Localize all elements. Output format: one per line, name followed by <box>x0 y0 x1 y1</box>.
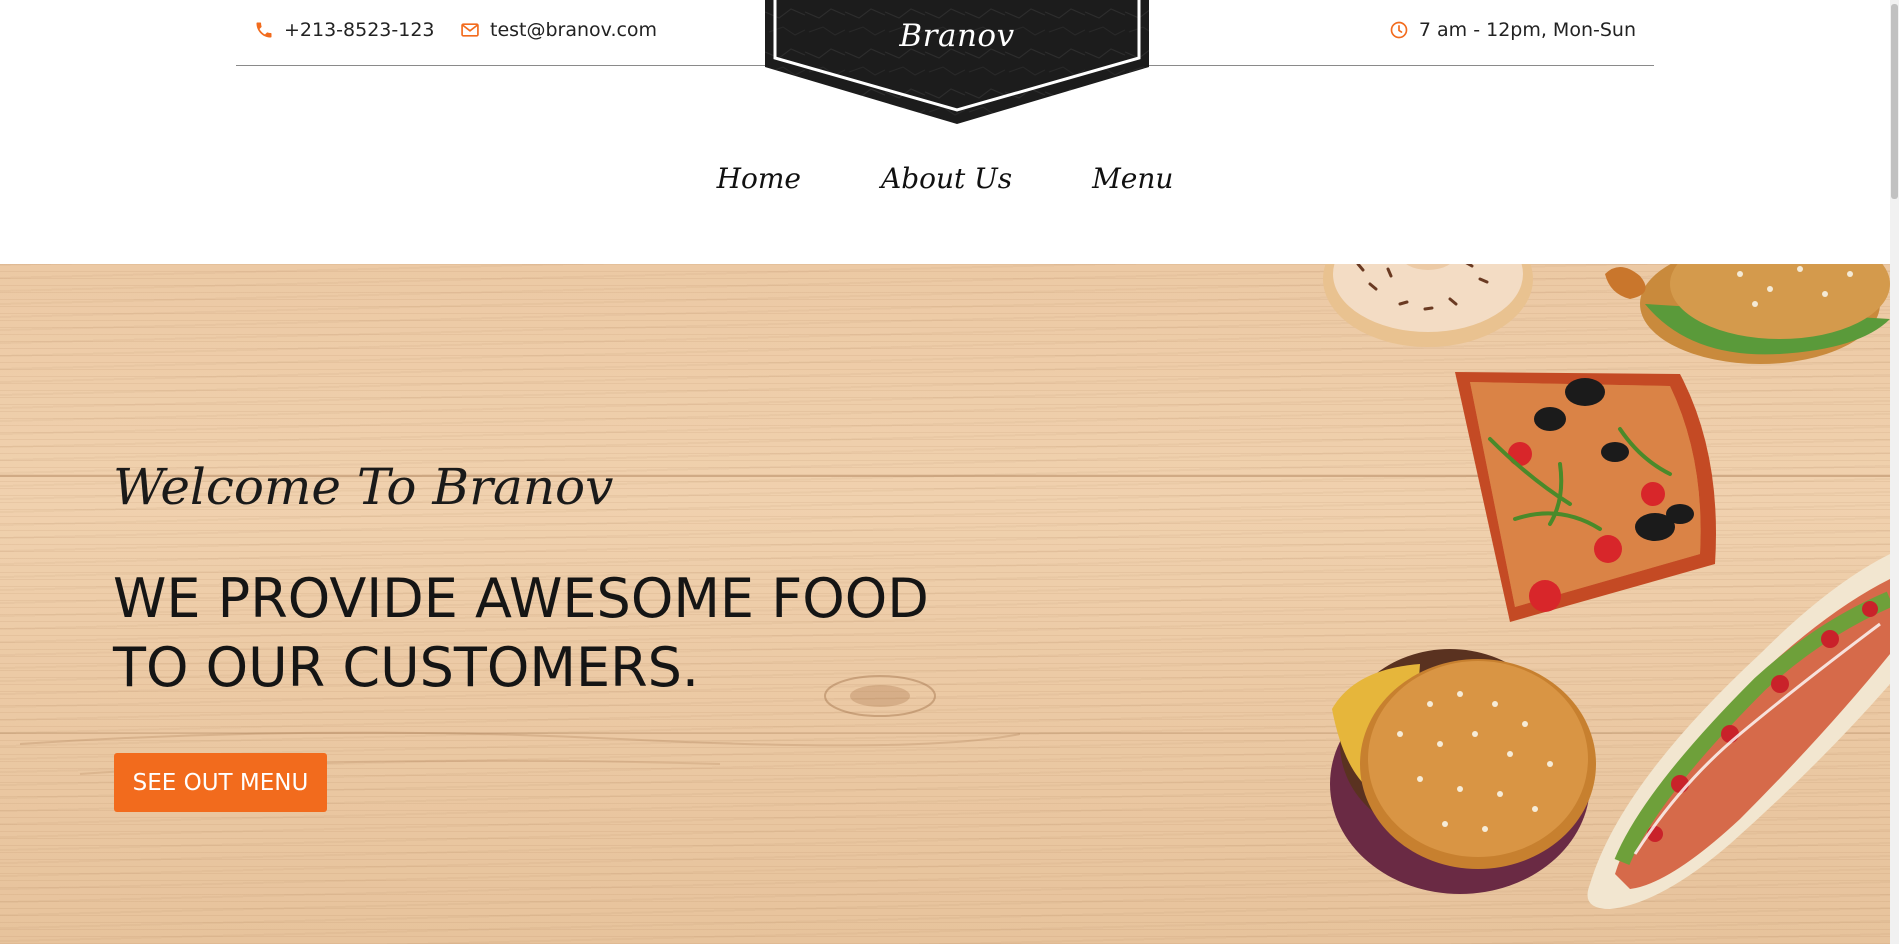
nav-item-about-us[interactable]: About Us <box>881 162 1012 195</box>
donut-image <box>1323 264 1533 347</box>
site-logo[interactable]: Branov <box>765 0 1149 124</box>
hotdog-image <box>1587 554 1890 909</box>
hero-title: WE PROVIDE AWESOME FOOD TO OUR CUSTOMERS… <box>113 564 1013 702</box>
clock-icon <box>1390 21 1408 39</box>
hours-text: 7 am - 12pm, Mon-Sun <box>1418 19 1636 41</box>
logo-text: Branov <box>899 18 1015 54</box>
nav-item-home[interactable]: Home <box>717 162 801 195</box>
email-text: test@branov.com <box>490 19 658 41</box>
pizza-slice-image <box>1455 372 1716 622</box>
phone-contact[interactable]: +213-8523-123 <box>254 19 435 41</box>
hero-title-line-2: TO OUR CUSTOMERS. <box>113 636 700 699</box>
hero-subtitle: Welcome To Branov <box>113 458 614 516</box>
nav-item-menu[interactable]: Menu <box>1092 162 1173 195</box>
hero-title-line-1: WE PROVIDE AWESOME FOOD <box>113 567 929 630</box>
phone-icon <box>256 22 272 38</box>
chicken-burger-image <box>1605 264 1890 364</box>
phone-text: +213-8523-123 <box>284 19 435 41</box>
opening-hours: 7 am - 12pm, Mon-Sun <box>1389 19 1636 41</box>
see-menu-button[interactable]: SEE OUT MENU <box>114 753 327 812</box>
hero-banner: Welcome To Branov WE PROVIDE AWESOME FOO… <box>0 264 1890 944</box>
main-nav: Home About Us Menu <box>0 162 1890 195</box>
food-illustration <box>1323 264 1890 909</box>
email-contact[interactable]: test@branov.com <box>460 19 657 41</box>
scrollbar-thumb[interactable] <box>1891 4 1898 199</box>
envelope-icon <box>461 23 479 37</box>
burger-image <box>1330 649 1596 894</box>
